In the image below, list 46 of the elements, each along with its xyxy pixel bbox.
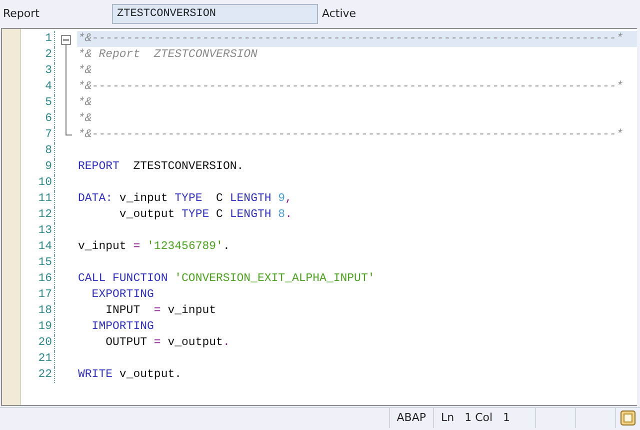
line-number: 11 [38, 192, 52, 205]
line-number: 10 [38, 176, 52, 189]
code-line: OUTPUT = v_output. [104, 335, 231, 351]
notes-icon[interactable] [620, 410, 636, 426]
line-number: 1 [45, 32, 52, 45]
line-number: 14 [38, 240, 52, 253]
program-name-field[interactable]: ZTESTCONVERSION [112, 4, 318, 24]
code-line: v_input = '123456789'. [77, 239, 231, 255]
code-line: v_output TYPE C LENGTH 8. [118, 207, 293, 223]
code-line: INPUT = v_input [104, 303, 218, 319]
code-line: REPORT ZTESTCONVERSION. [77, 159, 245, 175]
line-number: 5 [45, 96, 52, 109]
line-number: 17 [38, 288, 52, 301]
line-number: 8 [45, 144, 52, 157]
line-number: 3 [45, 64, 52, 77]
code-line: DATA: v_input TYPE C LENGTH 9, [77, 191, 293, 207]
line-number: 21 [38, 352, 52, 365]
language-label: ABAP [388, 408, 433, 428]
line-number: 6 [45, 112, 52, 125]
code-line: *& [77, 111, 93, 127]
line-number: 7 [45, 128, 52, 141]
code-line: *&----------------------------------------------------------------------------* [77, 127, 624, 143]
line-number: 16 [38, 272, 52, 285]
line-number: 15 [38, 256, 52, 269]
code-line: CALL FUNCTION 'CONVERSION_EXIT_ALPHA_INPUT' [77, 271, 376, 287]
code-line: EXPORTING [90, 287, 155, 303]
line-number: 2 [45, 48, 52, 61]
line-number: 20 [38, 336, 52, 349]
line-number: 9 [45, 160, 52, 173]
field-label: Report [2, 6, 40, 22]
code-line: WRITE v_output. [77, 367, 183, 383]
code-line: *& [77, 95, 93, 111]
status-text: Active [322, 6, 356, 22]
code-line: *& Report ZTESTCONVERSION [77, 47, 258, 63]
current-line-highlight: *&----------------------------------------------------------------------------* [77, 31, 637, 47]
line-number: 12 [38, 208, 52, 221]
line-number: 19 [38, 320, 52, 333]
line-number: 18 [38, 304, 52, 317]
cursor-position: Ln 1 Col 1 [433, 408, 535, 428]
code-line: *& [77, 63, 93, 79]
collapse-icon[interactable] [61, 35, 71, 45]
code-line: *&----------------------------------------------------------------------------* [77, 79, 624, 95]
line-number: 4 [45, 80, 52, 93]
code-line: IMPORTING [90, 319, 155, 335]
line-number: 13 [38, 224, 52, 237]
line-number: 22 [38, 368, 52, 381]
